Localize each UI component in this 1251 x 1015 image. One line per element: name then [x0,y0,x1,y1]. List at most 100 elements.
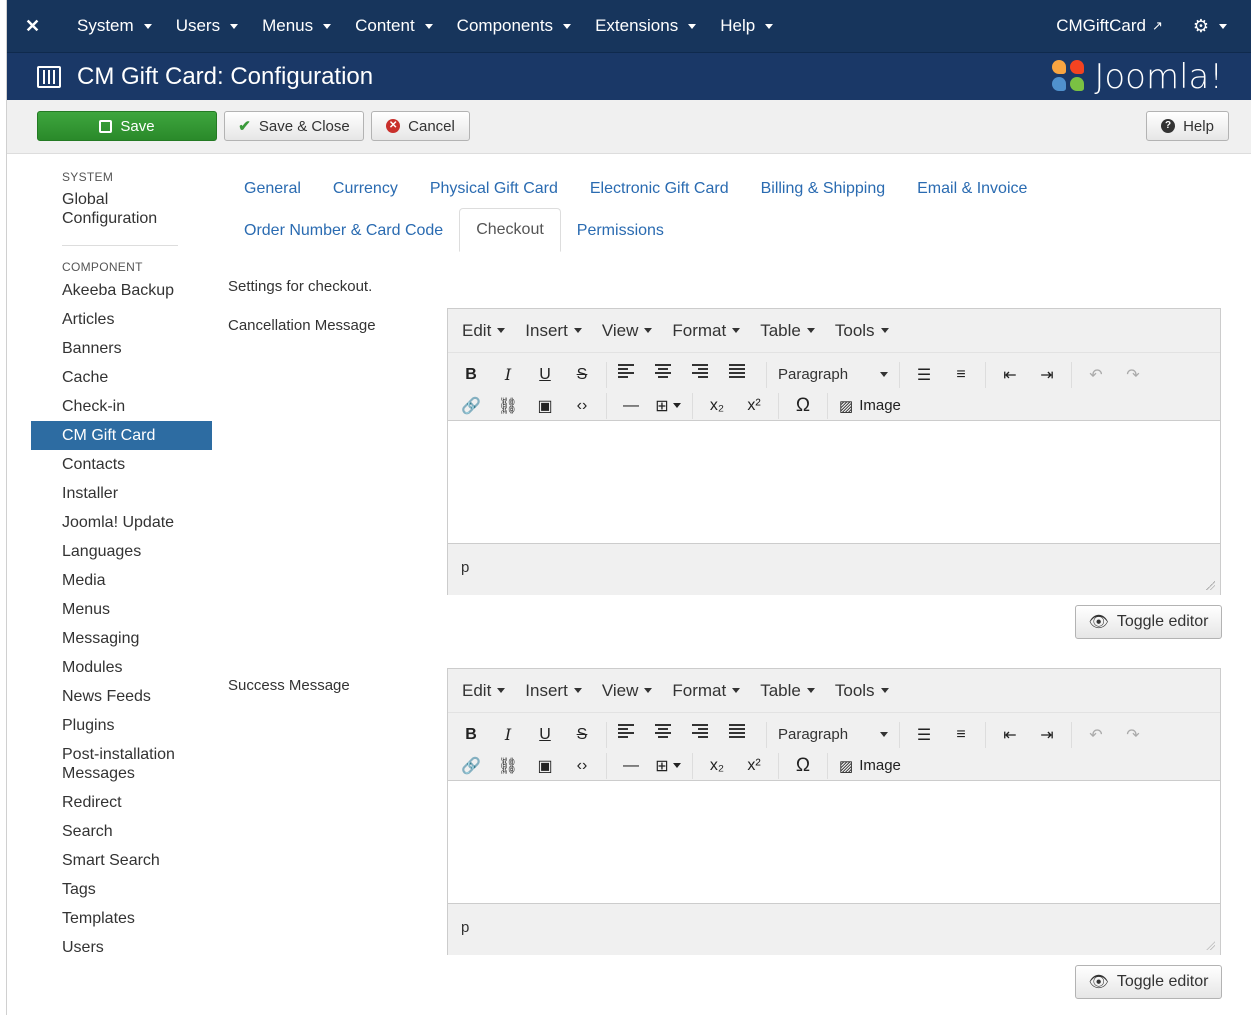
sidebar-item-media[interactable]: Media [31,566,212,595]
underline-icon[interactable]: U [532,362,558,388]
sidebar-item-messaging[interactable]: Messaging [31,624,212,653]
editor-content-area[interactable] [448,781,1220,903]
tab-permissions[interactable]: Permissions [561,210,680,252]
sidebar-item-redirect[interactable]: Redirect [31,788,212,817]
editor-menu-view[interactable]: View [592,681,663,701]
site-link[interactable]: CMGiftCard ↗ [1038,16,1181,36]
align-center-icon[interactable] [655,722,681,748]
sidebar-item-news-feeds[interactable]: News Feeds [31,682,212,711]
code-icon[interactable]: ‹› [569,753,595,779]
align-left-icon[interactable] [618,362,644,388]
menu-help[interactable]: Help [708,16,785,36]
tab-physical-gift-card[interactable]: Physical Gift Card [414,168,574,210]
undo-icon[interactable]: ↶ [1083,362,1109,388]
editor-content-area[interactable] [448,421,1220,543]
sidebar-item-smart-search[interactable]: Smart Search [31,846,212,875]
superscript-icon[interactable]: x² [741,753,767,779]
horizontal-rule-icon[interactable]: — [618,753,644,779]
table-icon[interactable]: ⊞ [655,393,681,419]
link-icon[interactable]: 🔗 [458,753,484,779]
align-center-icon[interactable] [655,362,681,388]
menu-content[interactable]: Content [343,16,445,36]
sidebar-item-templates[interactable]: Templates [31,904,212,933]
indent-icon[interactable]: ⇥ [1034,362,1060,388]
sidebar-item-check-in[interactable]: Check-in [31,392,212,421]
sidebar-item-akeeba-backup[interactable]: Akeeba Backup [31,276,212,305]
image-button[interactable]: ▨ Image [839,393,901,419]
tab-currency[interactable]: Currency [317,168,414,210]
special-char-icon[interactable]: Ω [790,753,816,779]
menu-users[interactable]: Users [164,16,250,36]
tab-electronic-gift-card[interactable]: Electronic Gift Card [574,168,745,210]
indent-icon[interactable]: ⇥ [1034,722,1060,748]
tab-billing-shipping[interactable]: Billing & Shipping [745,168,902,210]
editor-menu-edit[interactable]: Edit [452,681,515,701]
editor-menu-tools[interactable]: Tools [825,681,899,701]
sidebar-item-plugins[interactable]: Plugins [31,711,212,740]
special-char-icon[interactable]: Ω [790,393,816,419]
table-icon[interactable]: ⊞ [655,753,681,779]
save-close-button[interactable]: ✔ Save & Close [224,111,364,141]
sidebar-item-menus[interactable]: Menus [31,595,212,624]
tab-checkout[interactable]: Checkout [459,208,561,252]
align-right-icon[interactable] [692,722,718,748]
menu-menus[interactable]: Menus [250,16,343,36]
bold-icon[interactable]: B [458,722,484,748]
align-justify-icon[interactable] [729,722,755,748]
sidebar-item-cm-gift-card[interactable]: CM Gift Card [31,421,212,450]
bullet-list-icon[interactable]: ☰ [911,722,937,748]
editor-menu-table[interactable]: Table [750,681,825,701]
image-button[interactable]: ▨ Image [839,753,901,779]
cancel-button[interactable]: ✕ Cancel [371,111,470,141]
numbered-list-icon[interactable]: ≡ [948,722,974,748]
sidebar-item-contacts[interactable]: Contacts [31,450,212,479]
editor-menu-insert[interactable]: Insert [515,321,592,341]
subscript-icon[interactable]: x₂ [704,753,730,779]
format-select[interactable]: Paragraph [778,366,888,383]
sidebar-item-installer[interactable]: Installer [31,479,212,508]
element-path[interactable]: p [461,919,469,936]
italic-icon[interactable]: I [495,722,521,748]
redo-icon[interactable]: ↷ [1120,362,1146,388]
outdent-icon[interactable]: ⇤ [997,362,1023,388]
menu-system[interactable]: System [65,16,164,36]
resize-handle[interactable] [1206,941,1215,950]
italic-icon[interactable]: I [495,362,521,388]
sidebar-item-banners[interactable]: Banners [31,334,212,363]
help-button[interactable]: ? Help [1146,111,1229,141]
underline-icon[interactable]: U [532,722,558,748]
tab-order-number-card-code[interactable]: Order Number & Card Code [228,210,459,252]
sidebar-item-post-installation-messages[interactable]: Post-installation Messages [31,740,181,788]
sidebar-item-global-configuration[interactable]: Global Configuration [31,184,181,233]
toggle-editor-button[interactable]: 👁 Toggle editor [1075,605,1222,639]
numbered-list-icon[interactable]: ≡ [948,362,974,388]
user-settings-menu[interactable]: ⚙ [1181,16,1251,37]
tab-general[interactable]: General [228,168,317,210]
insert-image-icon[interactable]: ▣ [532,753,558,779]
unlink-icon[interactable]: ⛓ [495,753,521,779]
menu-components[interactable]: Components [445,16,583,36]
strikethrough-icon[interactable]: S [569,362,595,388]
element-path[interactable]: p [461,559,469,576]
joomla-x-icon[interactable]: ✕ [7,16,47,37]
outdent-icon[interactable]: ⇤ [997,722,1023,748]
sidebar-item-languages[interactable]: Languages [31,537,212,566]
sidebar-item-users[interactable]: Users [31,933,212,962]
editor-menu-format[interactable]: Format [662,321,750,341]
link-icon[interactable]: 🔗 [458,393,484,419]
insert-image-icon[interactable]: ▣ [532,393,558,419]
sidebar-item-tags[interactable]: Tags [31,875,212,904]
superscript-icon[interactable]: x² [741,393,767,419]
format-select[interactable]: Paragraph [778,726,888,743]
horizontal-rule-icon[interactable]: — [618,393,644,419]
redo-icon[interactable]: ↷ [1120,722,1146,748]
bullet-list-icon[interactable]: ☰ [911,362,937,388]
sidebar-item-joomla-update[interactable]: Joomla! Update [31,508,212,537]
undo-icon[interactable]: ↶ [1083,722,1109,748]
bold-icon[interactable]: B [458,362,484,388]
sidebar-item-cache[interactable]: Cache [31,363,212,392]
sidebar-item-modules[interactable]: Modules [31,653,212,682]
subscript-icon[interactable]: x₂ [704,393,730,419]
menu-extensions[interactable]: Extensions [583,16,708,36]
tab-email-invoice[interactable]: Email & Invoice [901,168,1043,210]
